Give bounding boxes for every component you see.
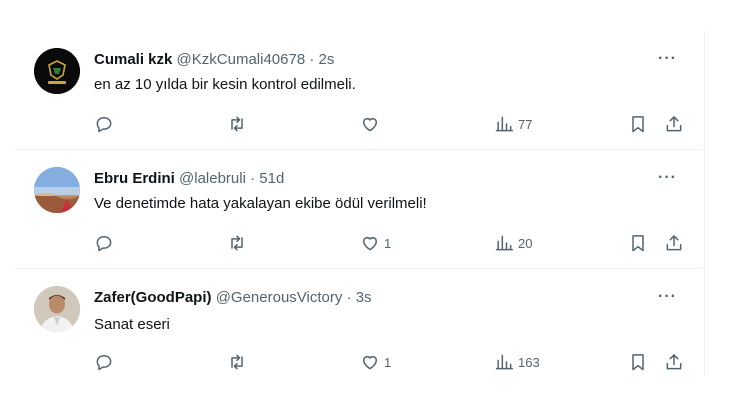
retweet-button[interactable] xyxy=(227,351,247,373)
reply-button[interactable] xyxy=(94,232,114,254)
tweet[interactable]: Ebru Erdini @lalebruli · 51d ··· Ve dene… xyxy=(14,150,703,268)
tweet-text: Sanat eseri xyxy=(94,316,170,333)
tweet[interactable]: Cumali kzk @KzkCumali40678 · 2s ··· en a… xyxy=(14,31,703,149)
person-photo-icon xyxy=(34,286,80,332)
separator-dot: · xyxy=(309,51,315,68)
share-button[interactable] xyxy=(664,351,684,373)
view-count: 163 xyxy=(518,354,540,370)
timestamp[interactable]: 51d xyxy=(259,170,284,187)
avatar[interactable] xyxy=(34,48,80,94)
bookmark-icon xyxy=(632,235,644,252)
tweet-header: Zafer(GoodPapi) @GenerousVictory · 3s xyxy=(94,288,372,308)
landscape-photo-icon xyxy=(34,167,80,213)
display-name[interactable]: Ebru Erdini xyxy=(94,170,175,187)
tweet[interactable]: Zafer(GoodPapi) @GenerousVictory · 3s ··… xyxy=(14,269,703,376)
reply-icon xyxy=(96,355,112,371)
like-button[interactable]: 1 xyxy=(360,351,391,373)
avatar[interactable] xyxy=(34,286,80,332)
view-count: 77 xyxy=(518,116,533,132)
views-icon xyxy=(495,116,514,132)
reply-icon xyxy=(96,117,112,133)
user-handle[interactable]: @GenerousVictory xyxy=(216,289,343,306)
display-name[interactable]: Cumali kzk xyxy=(94,51,172,68)
share-icon xyxy=(666,354,682,370)
retweet-button[interactable] xyxy=(227,113,247,135)
share-button[interactable] xyxy=(664,113,684,135)
tweet-text: Ve denetimde hata yakalayan ekibe ödül v… xyxy=(94,195,427,212)
like-count: 1 xyxy=(384,235,392,251)
tweet-actions: 1 163 xyxy=(94,351,684,373)
tweet-actions: 1 20 xyxy=(94,232,684,254)
bookmark-button[interactable] xyxy=(628,232,648,254)
display-name[interactable]: Zafer(GoodPapi) xyxy=(94,289,212,306)
share-icon xyxy=(666,116,682,132)
tweet-header: Cumali kzk @KzkCumali40678 · 2s xyxy=(94,50,334,70)
views-button[interactable]: 163 xyxy=(494,351,540,373)
timestamp[interactable]: 3s xyxy=(356,289,372,306)
more-options-icon[interactable]: ··· xyxy=(658,169,677,187)
reply-timeline: Cumali kzk @KzkCumali40678 · 2s ··· en a… xyxy=(14,31,705,376)
like-icon xyxy=(363,237,377,251)
share-button[interactable] xyxy=(664,232,684,254)
retweet-icon xyxy=(231,116,243,132)
bookmark-button[interactable] xyxy=(628,351,648,373)
share-icon xyxy=(666,235,682,251)
bookmark-icon xyxy=(632,354,644,371)
views-icon xyxy=(495,354,514,370)
like-button[interactable]: 1 xyxy=(360,232,391,254)
avatar[interactable] xyxy=(34,167,80,213)
views-icon xyxy=(495,235,514,251)
logo-emblem-icon xyxy=(34,48,80,94)
like-button[interactable] xyxy=(360,113,384,135)
retweet-icon xyxy=(231,235,243,251)
user-handle[interactable]: @KzkCumali40678 xyxy=(177,51,306,68)
tweet-text: en az 10 yılda bir kesin kontrol edilmel… xyxy=(94,76,356,93)
separator-dot: · xyxy=(346,289,352,306)
retweet-button[interactable] xyxy=(227,232,247,254)
reply-button[interactable] xyxy=(94,113,114,135)
views-button[interactable]: 77 xyxy=(494,113,532,135)
views-button[interactable]: 20 xyxy=(494,232,532,254)
retweet-icon xyxy=(231,354,243,370)
user-handle[interactable]: @lalebruli xyxy=(179,170,246,187)
bookmark-button[interactable] xyxy=(628,113,648,135)
view-count: 20 xyxy=(518,235,533,251)
like-icon xyxy=(363,118,377,132)
more-options-icon[interactable]: ··· xyxy=(658,288,677,306)
like-count: 1 xyxy=(384,354,392,370)
like-icon xyxy=(363,356,377,370)
bookmark-icon xyxy=(632,116,644,133)
more-options-icon[interactable]: ··· xyxy=(658,50,677,68)
tweet-header: Ebru Erdini @lalebruli · 51d xyxy=(94,169,284,189)
separator-dot: · xyxy=(250,170,256,187)
reply-icon xyxy=(96,236,112,252)
reply-button[interactable] xyxy=(94,351,114,373)
timestamp[interactable]: 2s xyxy=(319,51,335,68)
tweet-actions: 77 xyxy=(94,113,684,135)
